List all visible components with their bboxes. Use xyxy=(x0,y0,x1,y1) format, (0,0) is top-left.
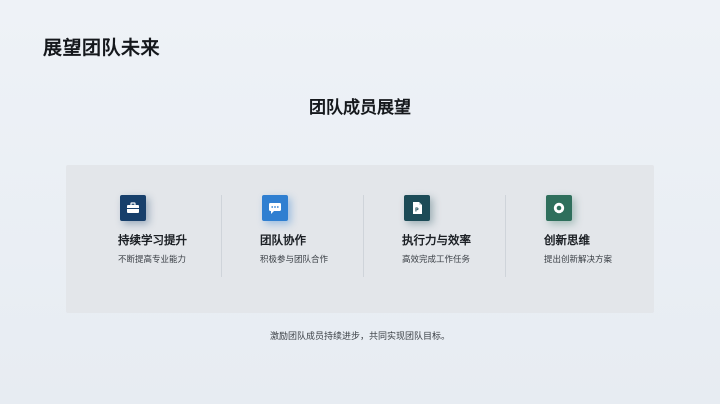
page-title: 展望团队未来 xyxy=(43,37,161,59)
card-title: 执行力与效率 xyxy=(402,233,471,247)
card-description: 提出创新解决方案 xyxy=(544,255,613,265)
chat-icon xyxy=(262,195,288,221)
section-title: 团队成员展望 xyxy=(309,98,411,118)
card-title: 持续学习提升 xyxy=(118,233,187,247)
card-execution-efficiency: P 执行力与效率 高效完成工作任务 xyxy=(364,165,506,313)
card-description: 不断提高专业能力 xyxy=(118,255,187,265)
card-continuous-learning: 持续学习提升 不断提高专业能力 xyxy=(80,165,222,313)
card-title: 创新思维 xyxy=(544,233,590,247)
footer-note: 激励团队成员持续进步，共同实现团队目标。 xyxy=(269,332,450,342)
card-description: 高效完成工作任务 xyxy=(402,255,471,265)
card-description: 积极参与团队合作 xyxy=(260,255,329,265)
card-team-collaboration: 团队协作 积极参与团队合作 xyxy=(222,165,364,313)
slide: 展望团队未来 团队成员展望 持续学习提升 不断提高专业能力 团队协作 积极参与团… xyxy=(0,0,720,404)
card-title: 团队协作 xyxy=(260,233,306,247)
document-icon: P xyxy=(404,195,430,221)
vision-panel: 持续学习提升 不断提高专业能力 团队协作 积极参与团队合作 P 执行力与效率 高… xyxy=(66,165,654,313)
svg-text:P: P xyxy=(415,208,419,214)
target-icon xyxy=(546,195,572,221)
card-innovative-thinking: 创新思维 提出创新解决方案 xyxy=(506,165,648,313)
briefcase-icon xyxy=(120,195,146,221)
